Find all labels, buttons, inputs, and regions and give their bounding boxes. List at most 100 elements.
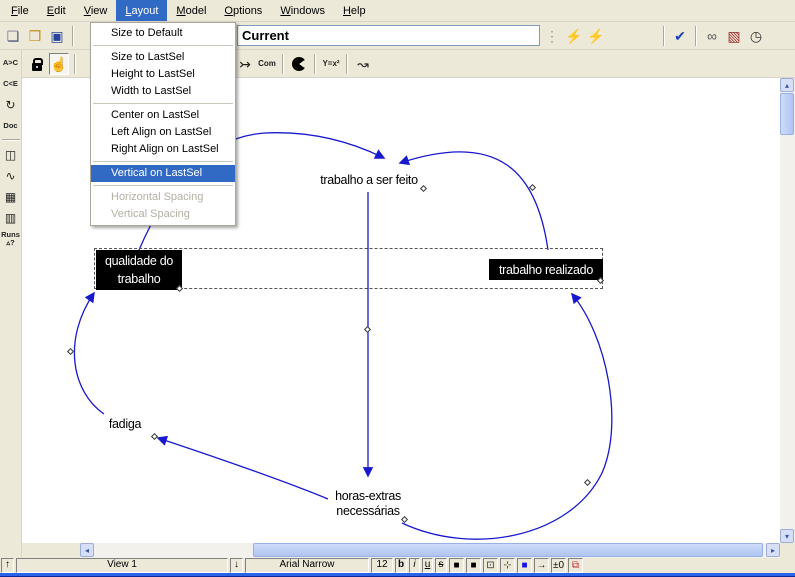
graph-tool-icon[interactable]: ∿ — [0, 166, 21, 185]
strike-button[interactable]: s — [435, 558, 447, 573]
simulate-icon[interactable]: ⚡ — [564, 25, 584, 47]
status-icons: ■■⊡⊹■→±0⧉ — [449, 558, 583, 573]
menu-options[interactable]: Options — [215, 0, 271, 21]
run-name-field[interactable] — [237, 25, 540, 46]
menu-separator — [93, 185, 233, 186]
scroll-left-button[interactable]: ◂ — [80, 543, 94, 557]
menu-separator — [93, 103, 233, 104]
window-bottom-border — [0, 573, 795, 577]
synthesim-icon[interactable]: ⚡ — [586, 25, 606, 47]
table-tool-icon[interactable]: ▦ — [0, 187, 21, 206]
delete-tool-icon[interactable] — [289, 53, 309, 75]
scroll-down-button[interactable]: ▾ — [780, 529, 794, 543]
menu-item-height-to-lastsel[interactable]: Height to LastSel — [91, 66, 235, 83]
variable-qualidade-do-trabalho[interactable]: qualidade do trabalho — [96, 250, 182, 290]
toolbar-separator — [74, 54, 76, 74]
control-panel-icon[interactable]: ∞ — [702, 25, 722, 47]
bold-button[interactable]: b — [395, 558, 407, 573]
variable-horas-extras-necessarias[interactable]: horas-extras necessárias — [322, 489, 414, 519]
menu-item-vertical-on-lastsel[interactable]: Vertical on LastSel — [91, 165, 235, 182]
scrollbar-gap — [22, 543, 80, 558]
menu-item-left-align-on-lastsel[interactable]: Left Align on LastSel — [91, 124, 235, 141]
italic-button[interactable]: i — [409, 558, 420, 573]
runs-compare-icon[interactable]: Runs ▵? — [0, 229, 21, 248]
layout-menu-dropdown: Size to Default Size to LastSelHeight to … — [90, 22, 236, 226]
check-model-icon[interactable]: ✔ — [670, 25, 690, 47]
time-axis-icon[interactable]: ◷ — [746, 25, 766, 47]
arrow-horas-extras-to-fadiga[interactable] — [158, 438, 328, 499]
shape-style-icon[interactable]: ⊡ — [483, 558, 498, 573]
arrow-color-swatch[interactable]: ■ — [517, 558, 532, 573]
menu-item-vertical-spacing: Vertical Spacing — [91, 206, 235, 223]
menu-item-size-to-lastsel[interactable]: Size to LastSel — [91, 49, 235, 66]
underline-button[interactable]: u — [422, 558, 433, 573]
vertical-scrollbar[interactable]: ▴ ▾ — [780, 78, 795, 543]
view-down-button[interactable]: ↓ — [230, 558, 243, 573]
font-size-cell[interactable]: 12 — [371, 558, 393, 573]
position-icon[interactable]: ⊹ — [500, 558, 515, 573]
equations-tool-icon[interactable]: Y=x² — [321, 53, 341, 75]
uses-tree-icon[interactable]: C<E — [0, 74, 21, 93]
view-name-cell[interactable]: View 1 — [16, 558, 228, 573]
reference-modes-tool-icon[interactable]: ↝ — [353, 53, 373, 75]
output-windows-icon[interactable]: ▧ — [724, 25, 744, 47]
layers-icon[interactable]: ⧉ — [568, 558, 583, 573]
horizontal-scroll-thumb[interactable] — [253, 543, 763, 557]
menu-file[interactable]: File — [2, 0, 38, 21]
lock-tool-icon[interactable] — [27, 53, 47, 75]
document-tool-icon[interactable]: Doc — [0, 116, 21, 135]
new-model-icon[interactable]: ❏ — [3, 25, 23, 47]
polarity-icon[interactable]: ±0 — [551, 558, 566, 573]
menu-item-width-to-lastsel[interactable]: Width to LastSel — [91, 83, 235, 100]
vensim-window: FileEditViewLayoutModelOptionsWindowsHel… — [0, 0, 795, 577]
menu-model[interactable]: Model — [167, 0, 215, 21]
scroll-right-button[interactable]: ▸ — [766, 543, 780, 557]
table-time-icon[interactable]: ▥ — [0, 208, 21, 227]
menu-separator — [93, 161, 233, 162]
scroll-down-icon: ▾ — [785, 532, 789, 541]
menu-separator — [93, 45, 233, 46]
arrow-trabalho-realizado-to-trabalho-a-ser-feito[interactable] — [400, 152, 548, 250]
save-model-icon[interactable]: ▣ — [47, 25, 67, 47]
variable-trabalho-realizado[interactable]: trabalho realizado — [489, 259, 603, 280]
causes-tree-icon[interactable]: A>C — [0, 53, 21, 72]
arrow-fadiga-to-qualidade[interactable] — [74, 293, 104, 414]
scroll-right-icon: ▸ — [771, 546, 775, 555]
menu-help[interactable]: Help — [334, 0, 375, 21]
vertical-scroll-thumb[interactable] — [780, 93, 794, 135]
toolbar-separator — [663, 26, 665, 46]
variable-fadiga[interactable]: fadiga — [100, 417, 150, 432]
horizontal-scrollbar[interactable]: ◂ ▸ — [80, 543, 780, 558]
text-color-swatch[interactable]: ■ — [449, 558, 464, 573]
analysis-toolbar: A>C C<E ↻ Doc ◫ ∿ ▦ ▥ Runs ▵? — [0, 50, 22, 557]
menu-edit[interactable]: Edit — [38, 0, 75, 21]
scroll-left-icon: ◂ — [85, 546, 89, 555]
box-color-swatch[interactable]: ■ — [466, 558, 481, 573]
menu-item-size-to-default[interactable]: Size to Default — [91, 25, 235, 42]
view-up-button[interactable]: ↑ — [1, 558, 14, 573]
toolbar-separator — [314, 54, 316, 74]
arrow-horas-extras-to-trabalho-realizado[interactable] — [402, 294, 612, 539]
toolbar-separator — [72, 26, 74, 46]
variable-trabalho-a-ser-feito[interactable]: trabalho a ser feito — [307, 173, 431, 188]
menu-item-right-align-on-lastsel[interactable]: Right Align on LastSel — [91, 141, 235, 158]
comment-tool-icon[interactable]: Com — [257, 53, 277, 75]
menu-item-center-on-lastsel[interactable]: Center on LastSel — [91, 107, 235, 124]
scroll-up-button[interactable]: ▴ — [780, 78, 794, 92]
toolbar-separator — [2, 139, 20, 141]
move-size-tool-icon[interactable]: ☝ — [49, 53, 69, 75]
open-model-icon[interactable]: ❒ — [25, 25, 45, 47]
font-name-cell[interactable]: Arial Narrow — [245, 558, 369, 573]
menu-view[interactable]: View — [75, 0, 117, 21]
menu-layout[interactable]: Layout — [116, 0, 167, 21]
toolbar-separator — [695, 26, 697, 46]
causes-strip-icon[interactable]: ◫ — [0, 145, 21, 164]
menu-windows[interactable]: Windows — [271, 0, 334, 21]
scroll-up-icon: ▴ — [785, 81, 789, 90]
loops-icon[interactable]: ↻ — [0, 95, 21, 114]
toolbar-separator — [346, 54, 348, 74]
arrow-width-icon[interactable]: → — [534, 558, 549, 573]
menu-item-horizontal-spacing: Horizontal Spacing — [91, 189, 235, 206]
merge-tool-icon[interactable]: ↣ — [235, 53, 255, 75]
toolbar-grip-icon[interactable]: ⋮ — [542, 25, 562, 47]
